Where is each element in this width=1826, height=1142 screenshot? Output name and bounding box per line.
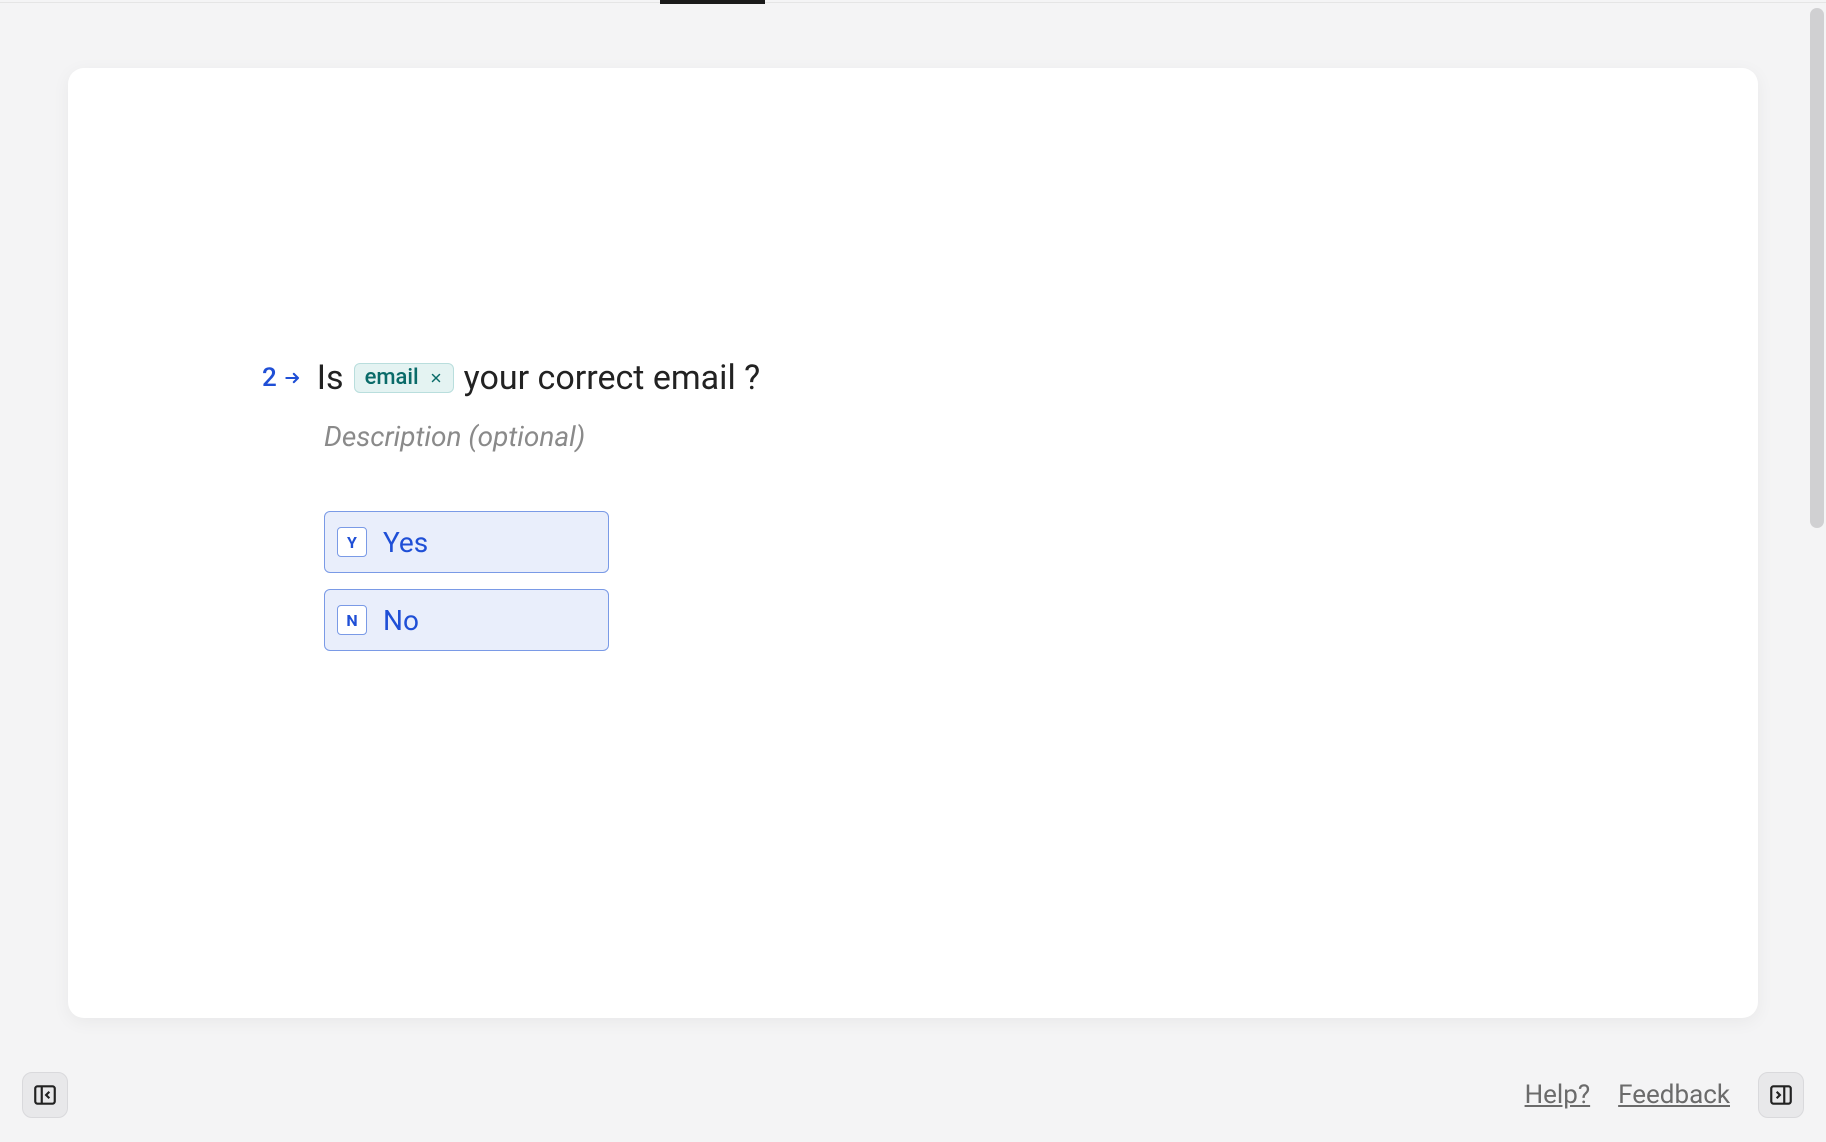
help-link[interactable]: Help? (1525, 1080, 1591, 1110)
description-placeholder[interactable]: Description (optional) (324, 420, 760, 453)
question-number: 2 (262, 363, 303, 393)
variable-chip-label: email (365, 367, 419, 389)
option-label: No (383, 604, 419, 637)
active-tab-indicator (660, 0, 765, 4)
question-block: 2 Is email (262, 358, 760, 651)
option-no[interactable]: N No (324, 589, 609, 651)
question-number-value: 2 (262, 363, 277, 393)
panel-collapse-right-icon (1768, 1082, 1794, 1108)
close-icon[interactable] (429, 371, 443, 385)
option-yes[interactable]: Y Yes (324, 511, 609, 573)
top-border (0, 0, 1826, 3)
question-header: 2 Is email (262, 358, 760, 398)
options-list: Y Yes N No (324, 511, 760, 651)
feedback-link[interactable]: Feedback (1618, 1080, 1730, 1110)
variable-chip-email[interactable]: email (354, 363, 454, 393)
arrow-right-icon (283, 368, 303, 388)
option-key-badge: N (337, 605, 367, 635)
option-label: Yes (383, 526, 428, 559)
panel-collapse-left-icon (32, 1082, 58, 1108)
question-title[interactable]: Is email your correct email ? (317, 358, 760, 398)
left-panel-toggle[interactable] (22, 1072, 68, 1118)
footer-bar: Help? Feedback (0, 1062, 1826, 1142)
footer-right: Help? Feedback (1525, 1072, 1804, 1118)
question-title-before: Is (317, 358, 344, 398)
viewport: 2 Is email (0, 0, 1826, 1142)
scrollbar[interactable] (1810, 8, 1824, 528)
option-key-badge: Y (337, 527, 367, 557)
question-card: 2 Is email (68, 68, 1758, 1018)
question-title-after: your correct email ? (464, 358, 761, 398)
right-panel-toggle[interactable] (1758, 1072, 1804, 1118)
